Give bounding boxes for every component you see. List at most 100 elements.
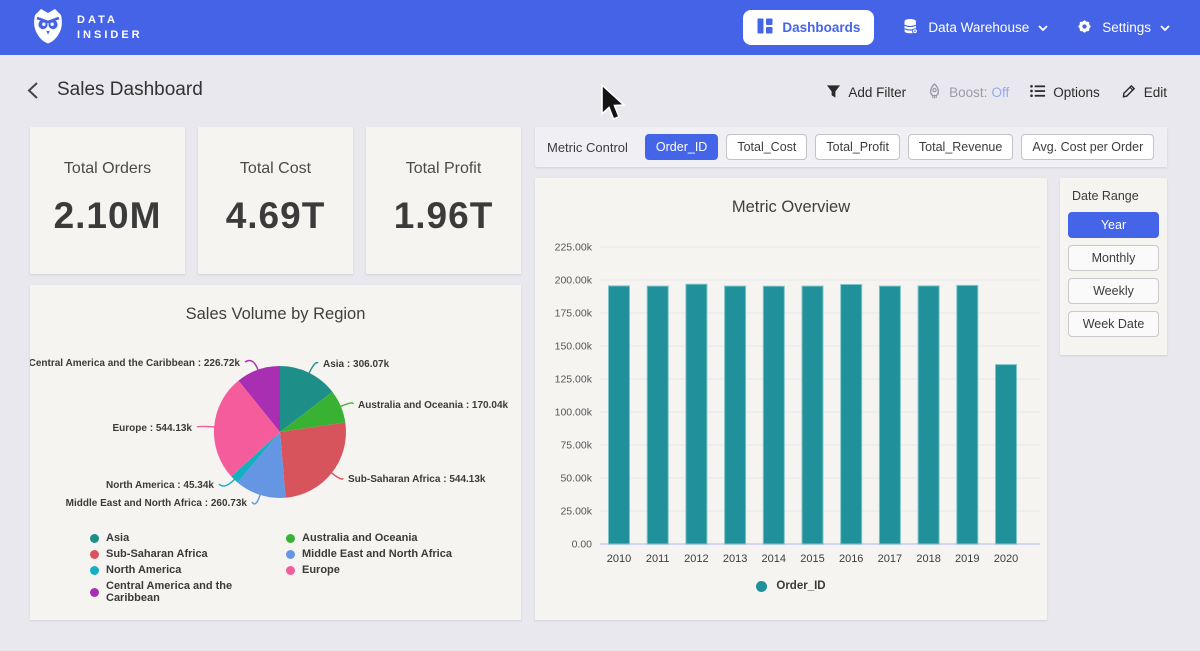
kpi-card-total-profit: Total Profit 1.96T	[366, 127, 521, 274]
x-axis-tick: 2017	[878, 553, 902, 565]
y-axis-tick: 100.00k	[555, 407, 593, 419]
x-axis-tick: 2012	[684, 553, 708, 565]
pie-leader-line	[331, 472, 343, 479]
bar-2014[interactable]	[763, 286, 784, 544]
kpi-label: Total Orders	[64, 160, 151, 178]
pie-legend-item[interactable]: North America	[90, 564, 276, 576]
pie-label: Central America and the Caribbean : 226.…	[30, 358, 240, 369]
legend-label: Central America and the Caribbean	[106, 580, 276, 604]
add-filter-button[interactable]: Add Filter	[826, 84, 906, 102]
database-icon	[902, 18, 919, 38]
dashboard-grid-icon	[757, 18, 773, 37]
date-range-weekly-button[interactable]: Weekly	[1068, 278, 1159, 304]
bar-2015[interactable]	[802, 286, 823, 544]
back-button[interactable]	[27, 81, 39, 105]
kpi-card-total-cost: Total Cost 4.69T	[198, 127, 353, 274]
bar-2010[interactable]	[609, 286, 630, 544]
legend-dot	[90, 588, 99, 597]
metric-chip-order-id[interactable]: Order_ID	[645, 134, 718, 160]
dashboards-label: Dashboards	[782, 20, 860, 35]
settings-label: Settings	[1102, 20, 1151, 35]
y-axis-tick: 125.00k	[555, 374, 593, 386]
x-axis-tick: 2010	[607, 553, 631, 565]
x-axis-tick: 2013	[723, 553, 747, 565]
bar-2017[interactable]	[879, 286, 900, 544]
y-axis-tick: 25.00k	[560, 506, 592, 518]
legend-dot	[90, 566, 99, 575]
kpi-label: Total Cost	[240, 160, 311, 178]
pie-label: North America : 45.34k	[106, 480, 214, 491]
metric-chip-avg-cost-per-order[interactable]: Avg. Cost per Order	[1021, 134, 1154, 160]
pie-legend-item[interactable]: Central America and the Caribbean	[90, 580, 276, 604]
kpi-value: 2.10M	[54, 195, 162, 237]
legend-label: Middle East and North Africa	[302, 548, 452, 560]
legend-dot	[756, 581, 767, 592]
x-axis-tick: 2011	[646, 553, 670, 565]
list-options-icon	[1030, 84, 1046, 101]
date-range-monthly-button[interactable]: Monthly	[1068, 245, 1159, 271]
y-axis-tick: 225.00k	[555, 242, 593, 254]
kpi-value: 4.69T	[226, 195, 326, 237]
bar-chart-card: Metric Overview 0.0025.00k50.00k75.00k10…	[535, 178, 1047, 620]
pencil-icon	[1121, 83, 1137, 102]
mouse-cursor-icon	[600, 84, 626, 127]
pie-legend-item[interactable]: Asia	[90, 532, 276, 544]
legend-label: Sub-Saharan Africa	[106, 548, 208, 560]
date-range-panel: Date Range Year Monthly Weekly Week Date	[1060, 178, 1167, 355]
metric-chip-total-profit[interactable]: Total_Profit	[815, 134, 900, 160]
bar-2011[interactable]	[647, 286, 668, 544]
pie-legend-item[interactable]: Europe	[286, 564, 452, 576]
metric-chip-total-cost[interactable]: Total_Cost	[726, 134, 807, 160]
pie-legend-item[interactable]: Australia and Oceania	[286, 532, 452, 544]
legend-dot	[90, 550, 99, 559]
pie-leader-line	[197, 426, 215, 427]
legend-label: Order_ID	[776, 580, 825, 592]
kpi-value: 1.96T	[394, 195, 494, 237]
date-range-week-date-button[interactable]: Week Date	[1068, 311, 1159, 337]
legend-dot	[286, 534, 295, 543]
rocket-icon	[927, 83, 942, 102]
bar-2016[interactable]	[841, 285, 862, 545]
legend-label: Europe	[302, 564, 340, 576]
date-range-year-button[interactable]: Year	[1068, 212, 1159, 238]
pie-label: Sub-Saharan Africa : 544.13k	[348, 474, 486, 485]
pie-label: Asia : 306.07k	[323, 359, 390, 370]
legend-dot	[90, 534, 99, 543]
page-title: Sales Dashboard	[57, 79, 203, 101]
x-axis-tick: 2020	[994, 553, 1018, 565]
pie-legend: Asia Sub-Saharan Africa North America Centr…	[90, 532, 452, 604]
edit-button[interactable]: Edit	[1121, 83, 1167, 102]
pie-leader-line	[245, 361, 258, 371]
legend-label: Asia	[106, 532, 129, 544]
kpi-label: Total Profit	[406, 160, 482, 178]
gear-icon	[1076, 18, 1093, 38]
dashboards-button[interactable]: Dashboards	[743, 10, 874, 45]
date-range-label: Date Range	[1072, 189, 1159, 203]
pie-legend-item[interactable]: Middle East and North Africa	[286, 548, 452, 560]
metric-chip-total-revenue[interactable]: Total_Revenue	[908, 134, 1013, 160]
settings-menu[interactable]: Settings	[1076, 18, 1170, 38]
bar-2020[interactable]	[996, 365, 1017, 544]
legend-label: North America	[106, 564, 181, 576]
bar-2019[interactable]	[957, 285, 978, 544]
pie-label: Middle East and North Africa : 260.73k	[66, 498, 248, 509]
metric-control-label: Metric Control	[547, 140, 628, 155]
bar-2018[interactable]	[918, 286, 939, 544]
boost-state: Off	[991, 85, 1009, 100]
options-button[interactable]: Options	[1030, 84, 1100, 101]
chevron-down-icon	[1160, 20, 1170, 35]
x-axis-tick: 2019	[955, 553, 979, 565]
legend-dot	[286, 550, 295, 559]
pie-leader-line	[309, 363, 318, 374]
pie-slice-sub-saharan-africa[interactable]	[280, 423, 346, 498]
boost-toggle[interactable]: Boost: Off	[927, 83, 1009, 102]
pie-legend-item[interactable]: Sub-Saharan Africa	[90, 548, 276, 560]
y-axis-tick: 75.00k	[560, 440, 592, 452]
x-axis-tick: 2016	[839, 553, 863, 565]
x-axis-tick: 2015	[800, 553, 824, 565]
data-warehouse-menu[interactable]: Data Warehouse	[902, 18, 1048, 38]
pie-leader-line	[252, 494, 260, 504]
brand-name: DATA INSIDER	[77, 13, 143, 43]
bar-2013[interactable]	[725, 286, 746, 544]
bar-2012[interactable]	[686, 284, 707, 544]
